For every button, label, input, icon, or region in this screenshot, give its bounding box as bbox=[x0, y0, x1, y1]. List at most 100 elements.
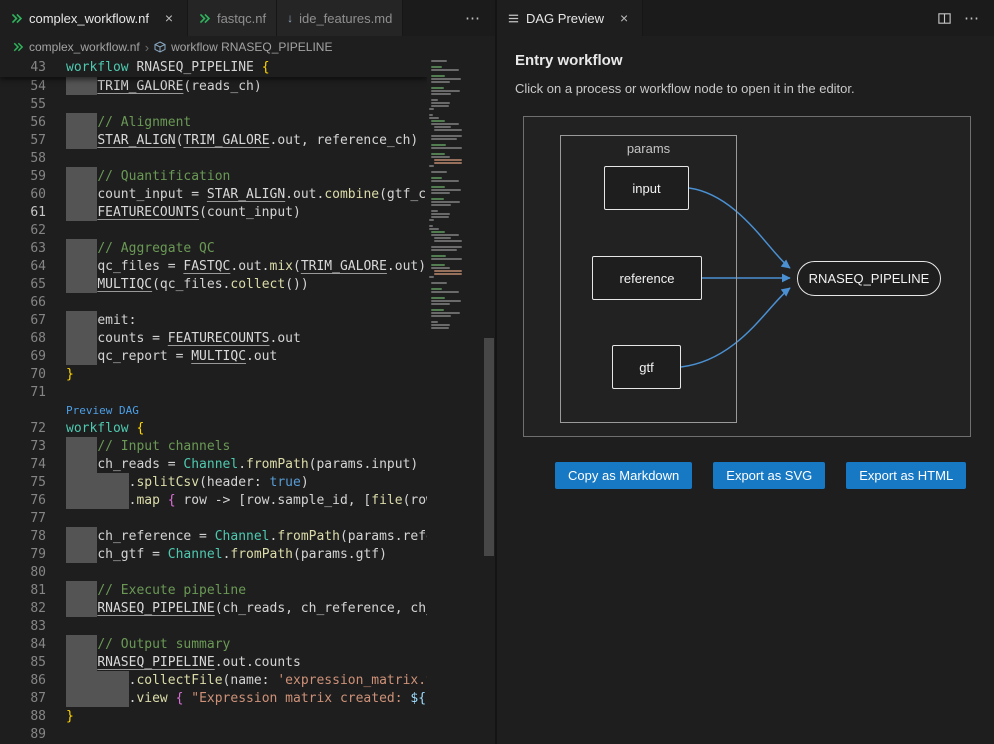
code-token: } bbox=[66, 709, 74, 724]
code-line[interactable]: 75.splitCsv(header: true) bbox=[0, 473, 427, 491]
code-token: } bbox=[66, 367, 74, 382]
minimap-bar bbox=[431, 120, 445, 122]
code-token: { bbox=[136, 421, 144, 436]
line-number: 71 bbox=[0, 385, 46, 400]
code-line[interactable]: 83 bbox=[0, 617, 427, 635]
code-line[interactable]: 59// Quantification bbox=[0, 167, 427, 185]
minimap[interactable] bbox=[427, 58, 483, 744]
scrollbar-thumb[interactable] bbox=[484, 338, 494, 556]
code-line[interactable]: 62 bbox=[0, 221, 427, 239]
code-token: fromPath bbox=[246, 457, 309, 472]
code-token: // Quantification bbox=[97, 169, 230, 184]
line-content: TRIM_GALORE(reads_ch) bbox=[66, 77, 427, 95]
code-line[interactable]: 88} bbox=[0, 707, 427, 725]
close-icon[interactable]: × bbox=[161, 10, 177, 26]
minimap-bar bbox=[431, 66, 442, 68]
code-line[interactable]: 63// Aggregate QC bbox=[0, 239, 427, 257]
more-actions-icon[interactable]: ⋯ bbox=[465, 9, 481, 27]
indent-highlight bbox=[66, 635, 97, 653]
code-line[interactable]: 86.collectFile(name: 'expression_matrix.… bbox=[0, 671, 427, 689]
code-line[interactable]: 68counts = FEATURECOUNTS.out bbox=[0, 329, 427, 347]
code-line[interactable]: 67emit: bbox=[0, 311, 427, 329]
code-line[interactable]: 84// Output summary bbox=[0, 635, 427, 653]
code-token: counts = bbox=[97, 331, 167, 346]
code-line[interactable]: 70} bbox=[0, 365, 427, 383]
code-line[interactable]: 74ch_reads = Channel.fromPath(params.inp… bbox=[0, 455, 427, 473]
code-line[interactable]: 76.map { row -> [row.sample_id, [file(ro… bbox=[0, 491, 427, 509]
code-line[interactable]: 55 bbox=[0, 95, 427, 113]
code-area[interactable]: 43 workflow RNASEQ_PIPELINE { 54TRIM_GAL… bbox=[0, 58, 427, 744]
code-line[interactable]: 78ch_reference = Channel.fromPath(params… bbox=[0, 527, 427, 545]
dag-node-reference[interactable]: reference bbox=[592, 256, 702, 300]
minimap-bar bbox=[431, 60, 447, 62]
line-number: 61 bbox=[0, 205, 46, 220]
split-editor-icon[interactable] bbox=[937, 11, 952, 26]
breadcrumb-file[interactable]: complex_workflow.nf bbox=[29, 40, 140, 54]
minimap-bar bbox=[434, 270, 462, 272]
codelens-preview-dag-link[interactable]: Preview DAG bbox=[66, 404, 139, 417]
export-as-svg-button[interactable]: Export as SVG bbox=[713, 462, 825, 489]
code-line[interactable]: 58 bbox=[0, 149, 427, 167]
indent-highlight bbox=[66, 239, 97, 257]
code-token: RNASEQ_PIPELINE bbox=[97, 601, 214, 616]
code-line[interactable]: 54TRIM_GALORE(reads_ch) bbox=[0, 77, 427, 95]
code-token: ()) bbox=[285, 277, 308, 292]
line-content: counts = FEATURECOUNTS.out bbox=[66, 329, 427, 347]
code-token: TRIM_GALORE bbox=[301, 259, 387, 274]
line-content: .splitCsv(header: true) bbox=[66, 473, 427, 491]
breadcrumb-symbol[interactable]: workflow RNASEQ_PIPELINE bbox=[171, 40, 332, 54]
code-token: mix bbox=[270, 259, 293, 274]
indent-highlight bbox=[66, 77, 97, 95]
dag-node-input[interactable]: input bbox=[604, 166, 689, 210]
tab-fastqc[interactable]: fastqc.nf bbox=[188, 0, 277, 36]
more-actions-icon[interactable]: ⋯ bbox=[964, 9, 980, 27]
code-line[interactable]: 71 bbox=[0, 383, 427, 401]
code-line[interactable]: 80 bbox=[0, 563, 427, 581]
close-icon[interactable]: × bbox=[616, 10, 632, 26]
codelens-row[interactable]: Preview DAG bbox=[0, 401, 427, 419]
tab-dag-preview[interactable]: DAG Preview × bbox=[497, 0, 643, 36]
editor-pane: complex_workflow.nf × fastqc.nf ↓ ide_fe… bbox=[0, 0, 497, 744]
code-line[interactable]: 79ch_gtf = Channel.fromPath(params.gtf) bbox=[0, 545, 427, 563]
sticky-scroll-line[interactable]: 43 workflow RNASEQ_PIPELINE { bbox=[0, 58, 427, 77]
code-token: (header: bbox=[199, 475, 269, 490]
code-token bbox=[183, 691, 191, 706]
breadcrumb: complex_workflow.nf › workflow RNASEQ_PI… bbox=[0, 36, 495, 58]
code-line[interactable]: 85RNASEQ_PIPELINE.out.counts bbox=[0, 653, 427, 671]
code-line[interactable]: 72workflow { bbox=[0, 419, 427, 437]
code-line[interactable]: 89 bbox=[0, 725, 427, 743]
code-line[interactable]: 60count_input = STAR_ALIGN.out.combine(g… bbox=[0, 185, 427, 203]
tab-ide-features[interactable]: ↓ ide_features.md bbox=[277, 0, 403, 36]
minimap-bar bbox=[431, 198, 444, 200]
code-line[interactable]: 87.view { "Expression matrix created: ${… bbox=[0, 689, 427, 707]
code-line[interactable]: 66 bbox=[0, 293, 427, 311]
code-token: . bbox=[129, 475, 137, 490]
code-line[interactable]: 57STAR_ALIGN(TRIM_GALORE.out, reference_… bbox=[0, 131, 427, 149]
code-token: . bbox=[129, 691, 137, 706]
minimap-bar bbox=[431, 180, 459, 182]
minimap-bar bbox=[434, 126, 451, 128]
code-line[interactable]: 65MULTIQC(qc_files.collect()) bbox=[0, 275, 427, 293]
code-line[interactable]: 61FEATURECOUNTS(count_input) bbox=[0, 203, 427, 221]
node-label: gtf bbox=[639, 360, 653, 375]
line-content: MULTIQC(qc_files.collect()) bbox=[66, 275, 427, 293]
minimap-bar bbox=[427, 285, 483, 287]
code-line[interactable]: 82RNASEQ_PIPELINE(ch_reads, ch_reference… bbox=[0, 599, 427, 617]
code-token: row -> [row.sample_id, [ bbox=[176, 493, 372, 508]
code-line[interactable]: 69qc_report = MULTIQC.out bbox=[0, 347, 427, 365]
code-line[interactable]: 56// Alignment bbox=[0, 113, 427, 131]
tab-complex-workflow[interactable]: complex_workflow.nf × bbox=[0, 0, 188, 36]
export-as-html-button[interactable]: Export as HTML bbox=[846, 462, 966, 489]
code-line[interactable]: 73// Input channels bbox=[0, 437, 427, 455]
minimap-bar bbox=[431, 192, 450, 194]
line-content: qc_files = FASTQC.out.mix(TRIM_GALORE.ou… bbox=[66, 257, 427, 275]
code-token: (ch_reads, ch_reference, ch_gtf bbox=[215, 601, 427, 616]
minimap-bar bbox=[431, 264, 445, 266]
dag-node-gtf[interactable]: gtf bbox=[612, 345, 681, 389]
code-line[interactable]: 77 bbox=[0, 509, 427, 527]
code-line[interactable]: 64qc_files = FASTQC.out.mix(TRIM_GALORE.… bbox=[0, 257, 427, 275]
copy-as-markdown-button[interactable]: Copy as Markdown bbox=[555, 462, 692, 489]
code-line[interactable]: 81// Execute pipeline bbox=[0, 581, 427, 599]
dag-node-rnaseq-pipeline[interactable]: RNASEQ_PIPELINE bbox=[797, 261, 941, 296]
indent-highlight bbox=[66, 527, 97, 545]
